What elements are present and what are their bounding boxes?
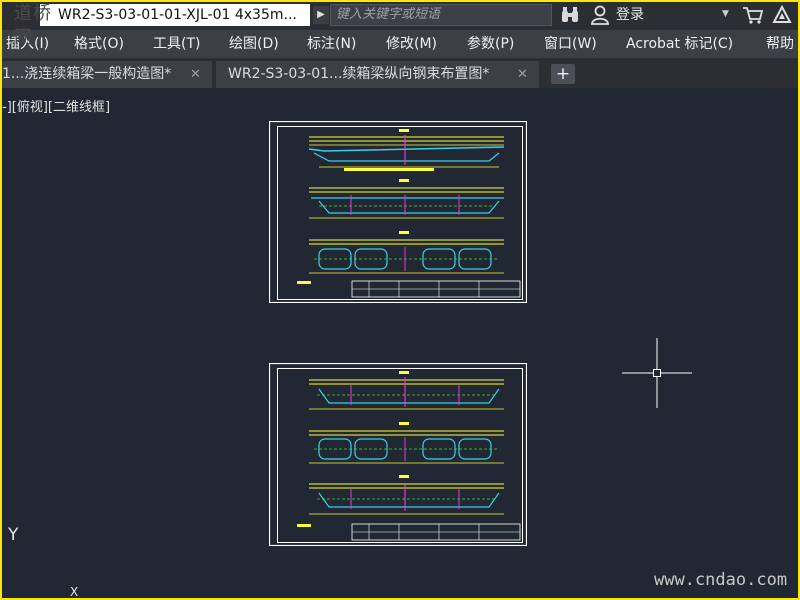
tab-general-structure[interactable]: 1...浇连续箱梁一般构造图* ✕ (0, 61, 212, 88)
expand-arrow-icon[interactable]: ▶ (313, 6, 329, 24)
search-input[interactable]: 键入关键字或短语 (330, 4, 552, 26)
close-icon[interactable]: ✕ (517, 61, 528, 88)
menu-item-acrobat[interactable]: Acrobat 标记(C) (626, 35, 733, 53)
close-icon[interactable]: ✕ (190, 61, 201, 88)
ucs-y-label: Y (8, 525, 19, 545)
cart-icon[interactable] (742, 5, 764, 25)
new-tab-button[interactable]: + (551, 64, 575, 84)
drawing-sheet-1[interactable] (269, 121, 527, 303)
menu-item-parametric[interactable]: 参数(P) (467, 35, 514, 53)
a360-icon[interactable] (772, 5, 792, 25)
menu-item-help[interactable]: 帮助 (766, 35, 794, 53)
login-link[interactable]: 登录 (616, 6, 644, 24)
menu-item-draw[interactable]: 绘图(D) (229, 35, 279, 53)
menu-item-dimension[interactable]: 标注(N) (307, 35, 356, 53)
menu-item-format[interactable]: 格式(O) (74, 35, 124, 53)
tab-bar: 1...浇连续箱梁一般构造图* ✕ WR2-S3-03-01...续箱梁纵向钢束… (0, 58, 800, 88)
tab-label: WR2-S3-03-01...续箱梁纵向钢束布置图* (228, 66, 490, 82)
menu-item-window[interactable]: 窗口(W) (544, 35, 597, 53)
tab-tendon-layout[interactable]: WR2-S3-03-01...续箱梁纵向钢束布置图* ✕ (216, 61, 539, 88)
drawing-sheet-2[interactable] (269, 363, 527, 546)
menu-item-modify[interactable]: 修改(M) (386, 35, 437, 53)
chevron-down-icon[interactable]: ▼ (722, 9, 729, 19)
watermark-site: www.cndao.com (654, 570, 788, 590)
watermark-logo: 道桥网 (14, 3, 52, 48)
menu-item-tools[interactable]: 工具(T) (153, 35, 200, 53)
crosshair-cursor-icon (622, 338, 692, 408)
user-icon[interactable] (591, 5, 609, 25)
ucs-x-label: X (70, 585, 79, 599)
title-bar: 道桥网 WR2-S3-03-01-01-XJL-01 4x35m... ▶ 键入… (0, 0, 800, 48)
viewport-controls[interactable]: -][俯视][二维线框] (2, 100, 110, 116)
binoculars-icon[interactable] (560, 5, 580, 25)
menu-bar: 插入(I) 格式(O) 工具(T) 绘图(D) 标注(N) 修改(M) 参数(P… (0, 30, 800, 58)
document-title: WR2-S3-03-01-01-XJL-01 4x35m... (40, 4, 310, 26)
tab-label: 1...浇连续箱梁一般构造图* (2, 66, 172, 82)
